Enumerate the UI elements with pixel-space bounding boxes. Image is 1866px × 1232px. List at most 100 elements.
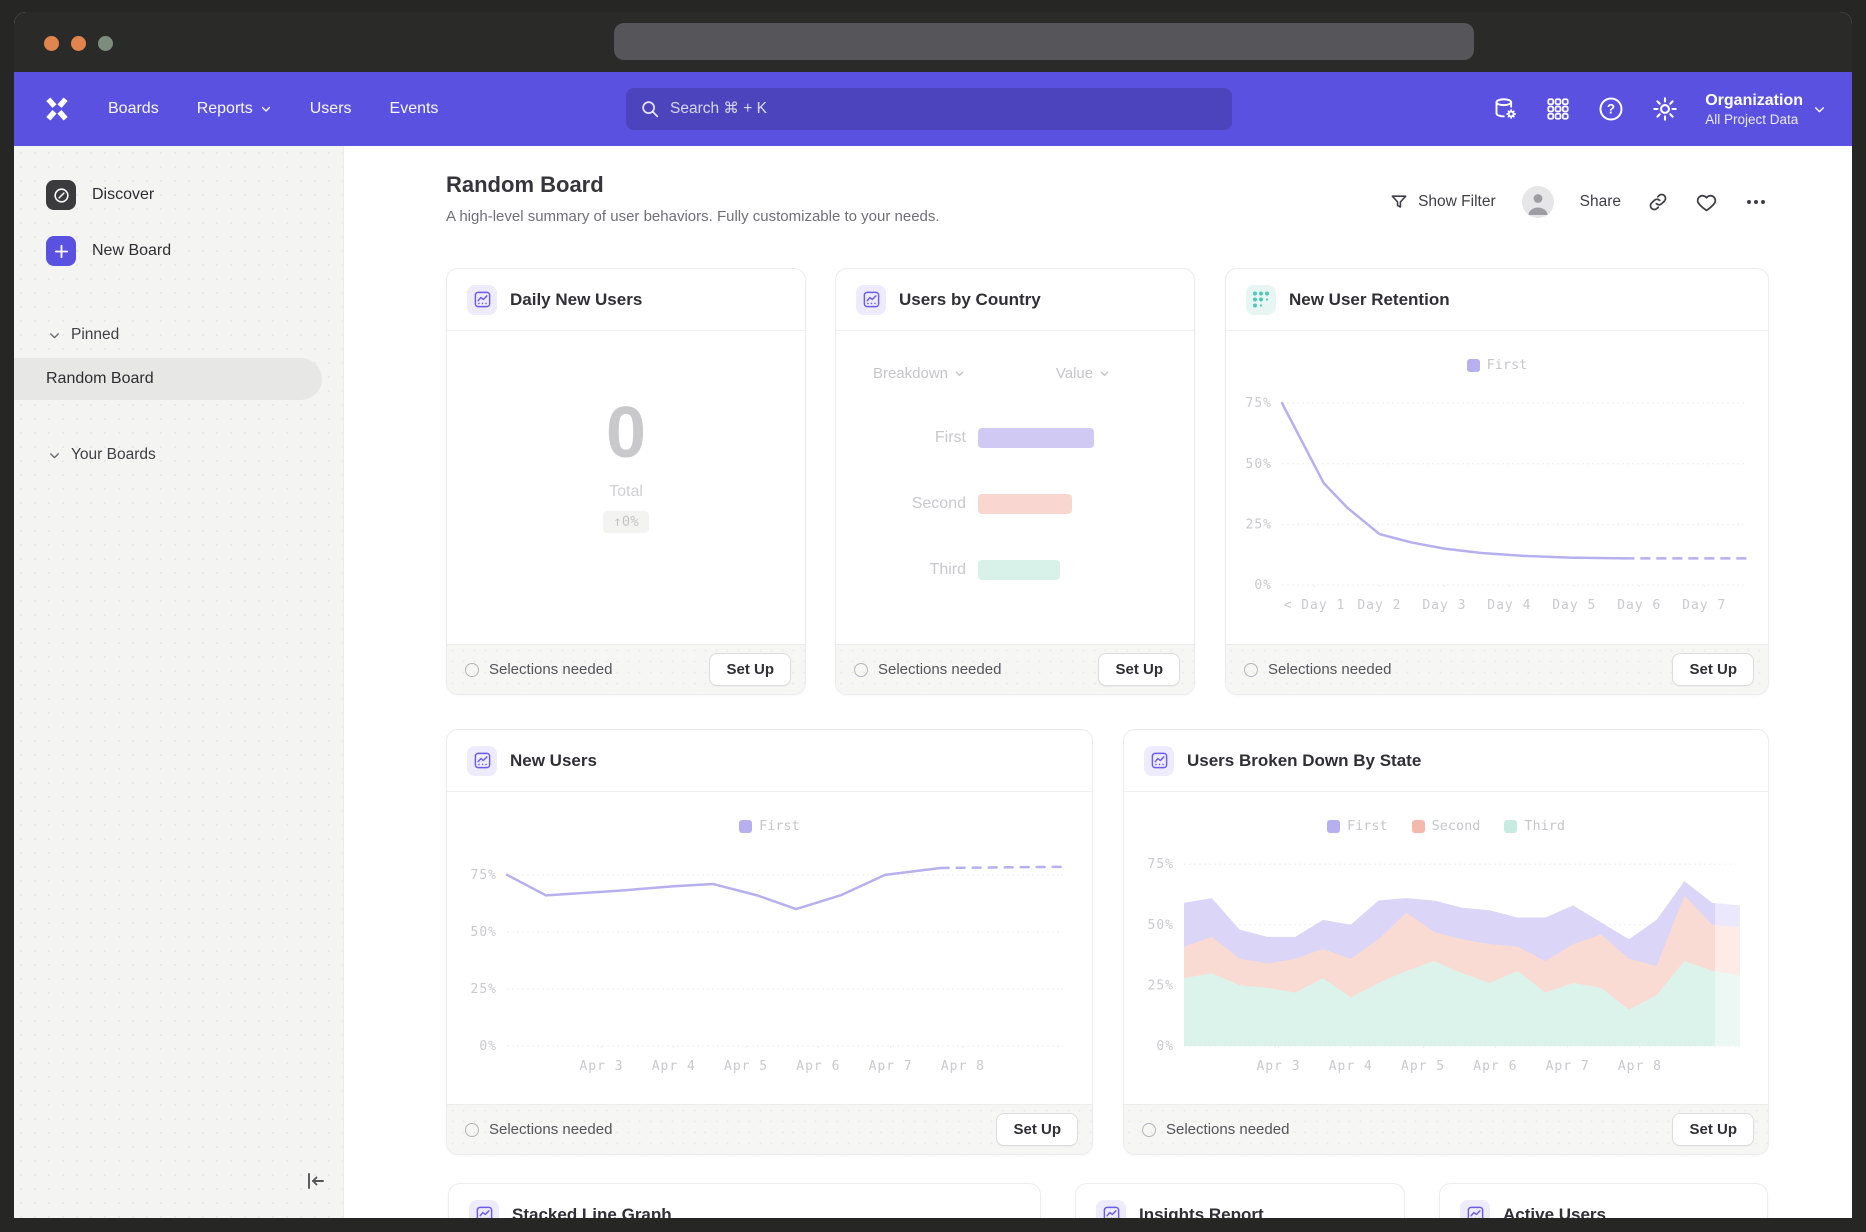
- apps-grid-icon[interactable]: [1545, 96, 1571, 122]
- card-active-users: Active Users: [1439, 1183, 1768, 1218]
- navbar-right: ? Organization All Project Data: [1492, 72, 1826, 146]
- chart-legend: First: [447, 818, 1092, 834]
- sidebar: Discover New Board Pinned Random Board Y…: [14, 146, 344, 1218]
- bar-row: Third: [836, 560, 1194, 580]
- nav-events[interactable]: Events: [390, 100, 439, 118]
- svg-text:25%: 25%: [1246, 517, 1272, 532]
- sidebar-item-new-board[interactable]: New Board: [14, 226, 343, 276]
- svg-text:75%: 75%: [1246, 396, 1272, 411]
- chevron-down-icon: [260, 103, 272, 115]
- svg-text:25%: 25%: [1148, 978, 1174, 993]
- metric-label: Total: [609, 483, 643, 501]
- zoom-window-button[interactable]: [98, 36, 113, 51]
- set-up-button[interactable]: Set Up: [1672, 1113, 1754, 1146]
- chevron-down-icon: [48, 329, 61, 342]
- sidebar-section-your-boards[interactable]: Your Boards: [14, 434, 343, 474]
- share-button[interactable]: Share: [1580, 193, 1621, 211]
- svg-text:Apr 8: Apr 8: [1618, 1059, 1662, 1074]
- avatar[interactable]: [1522, 186, 1554, 218]
- card-insights-report: Insights Report: [1075, 1183, 1405, 1218]
- set-up-button[interactable]: Set Up: [1098, 653, 1180, 686]
- bar-row: Second: [836, 494, 1194, 514]
- legend-swatch-first: [1327, 820, 1340, 833]
- metric-delta-badge: ↑0%: [603, 511, 648, 533]
- address-bar-pill[interactable]: [614, 23, 1474, 60]
- insights-chart-icon: [856, 285, 886, 315]
- primary-nav: Boards Reports Users Events: [108, 100, 438, 118]
- retention-cohort-icon: [1246, 285, 1276, 315]
- svg-text:Apr 5: Apr 5: [724, 1059, 768, 1074]
- card-title: Users Broken Down By State: [1187, 751, 1421, 771]
- svg-text:Apr 6: Apr 6: [796, 1059, 840, 1074]
- org-scope: All Project Data: [1705, 111, 1798, 128]
- set-up-button[interactable]: Set Up: [709, 653, 791, 686]
- sidebar-item-label: Discover: [92, 186, 154, 204]
- status-circle-icon: [854, 663, 868, 677]
- nav-users[interactable]: Users: [310, 100, 352, 118]
- more-options-icon[interactable]: [1744, 190, 1768, 214]
- stacked-area-chart: 75%50%25%0%Apr 3Apr 4Apr 5Apr 6Apr 7Apr …: [1136, 838, 1756, 1082]
- svg-text:Day 3: Day 3: [1422, 598, 1466, 613]
- breakdown-dropdown[interactable]: Breakdown: [848, 365, 990, 382]
- app-window: Boards Reports Users Events: [14, 12, 1852, 1218]
- org-name: Organization: [1705, 91, 1803, 111]
- insights-chart-icon: [1144, 746, 1174, 776]
- settings-gear-icon[interactable]: [1651, 95, 1679, 123]
- card-title: Stacked Line Graph: [512, 1205, 672, 1219]
- show-filter-button[interactable]: Show Filter: [1389, 192, 1496, 212]
- nav-reports[interactable]: Reports: [197, 100, 272, 118]
- svg-text:75%: 75%: [1148, 857, 1174, 872]
- new-users-line-chart: 75%50%25%0%Apr 3Apr 4Apr 5Apr 6Apr 7Apr …: [459, 838, 1079, 1082]
- favorite-heart-icon[interactable]: [1695, 191, 1718, 214]
- set-up-button[interactable]: Set Up: [996, 1113, 1078, 1146]
- collapse-sidebar-button[interactable]: [303, 1169, 327, 1196]
- card-new-user-retention: New User Retention First 75%50%25%0%< Da…: [1225, 268, 1769, 695]
- caret-down-icon: [954, 368, 965, 379]
- sidebar-item-random-board[interactable]: Random Board: [14, 358, 322, 400]
- legend-swatch-second: [1412, 820, 1425, 833]
- footer-status: Selections needed: [489, 661, 612, 678]
- footer-status: Selections needed: [1166, 1121, 1289, 1138]
- titlebar: [14, 12, 1852, 72]
- sidebar-section-pinned[interactable]: Pinned: [14, 314, 343, 354]
- card-title: Insights Report: [1139, 1205, 1264, 1219]
- card-title: Active Users: [1503, 1205, 1606, 1219]
- value-dropdown[interactable]: Value: [1008, 365, 1158, 382]
- svg-text:50%: 50%: [471, 925, 497, 940]
- help-icon[interactable]: ?: [1597, 95, 1625, 123]
- bar-first: [978, 428, 1094, 448]
- insights-chart-icon: [467, 746, 497, 776]
- svg-text:0%: 0%: [479, 1039, 497, 1054]
- insights-chart-icon: [1096, 1200, 1126, 1219]
- copy-link-icon[interactable]: [1647, 191, 1669, 213]
- legend-swatch-first: [1467, 359, 1480, 372]
- data-management-icon[interactable]: [1492, 96, 1519, 123]
- search-icon: [639, 98, 661, 120]
- insights-chart-icon: [469, 1200, 499, 1219]
- mixpanel-logo-icon[interactable]: [42, 94, 72, 124]
- set-up-button[interactable]: Set Up: [1672, 653, 1754, 686]
- status-circle-icon: [465, 1123, 479, 1137]
- sidebar-item-discover[interactable]: Discover: [14, 170, 343, 220]
- svg-text:Day 7: Day 7: [1682, 598, 1726, 613]
- bar-row: First: [836, 428, 1194, 448]
- nav-boards[interactable]: Boards: [108, 100, 159, 118]
- footer-status: Selections needed: [1268, 661, 1391, 678]
- minimize-window-button[interactable]: [71, 36, 86, 51]
- card-title: Users by Country: [899, 290, 1041, 310]
- card-footer: Selections needed Set Up: [1226, 644, 1768, 694]
- svg-text:0%: 0%: [1254, 578, 1272, 593]
- search-input[interactable]: [626, 88, 1232, 130]
- person-icon: [1522, 186, 1554, 218]
- svg-text:< Day 1: < Day 1: [1284, 598, 1346, 613]
- org-switcher[interactable]: Organization All Project Data: [1705, 91, 1826, 128]
- close-window-button[interactable]: [44, 36, 59, 51]
- svg-text:Day 6: Day 6: [1617, 598, 1661, 613]
- svg-text:Apr 3: Apr 3: [1256, 1059, 1300, 1074]
- svg-text:Day 2: Day 2: [1357, 598, 1401, 613]
- page-title: Random Board: [446, 172, 940, 198]
- status-circle-icon: [1142, 1123, 1156, 1137]
- metric-value: 0: [606, 397, 646, 469]
- top-navbar: Boards Reports Users Events: [14, 72, 1852, 146]
- card-title: New User Retention: [1289, 290, 1450, 310]
